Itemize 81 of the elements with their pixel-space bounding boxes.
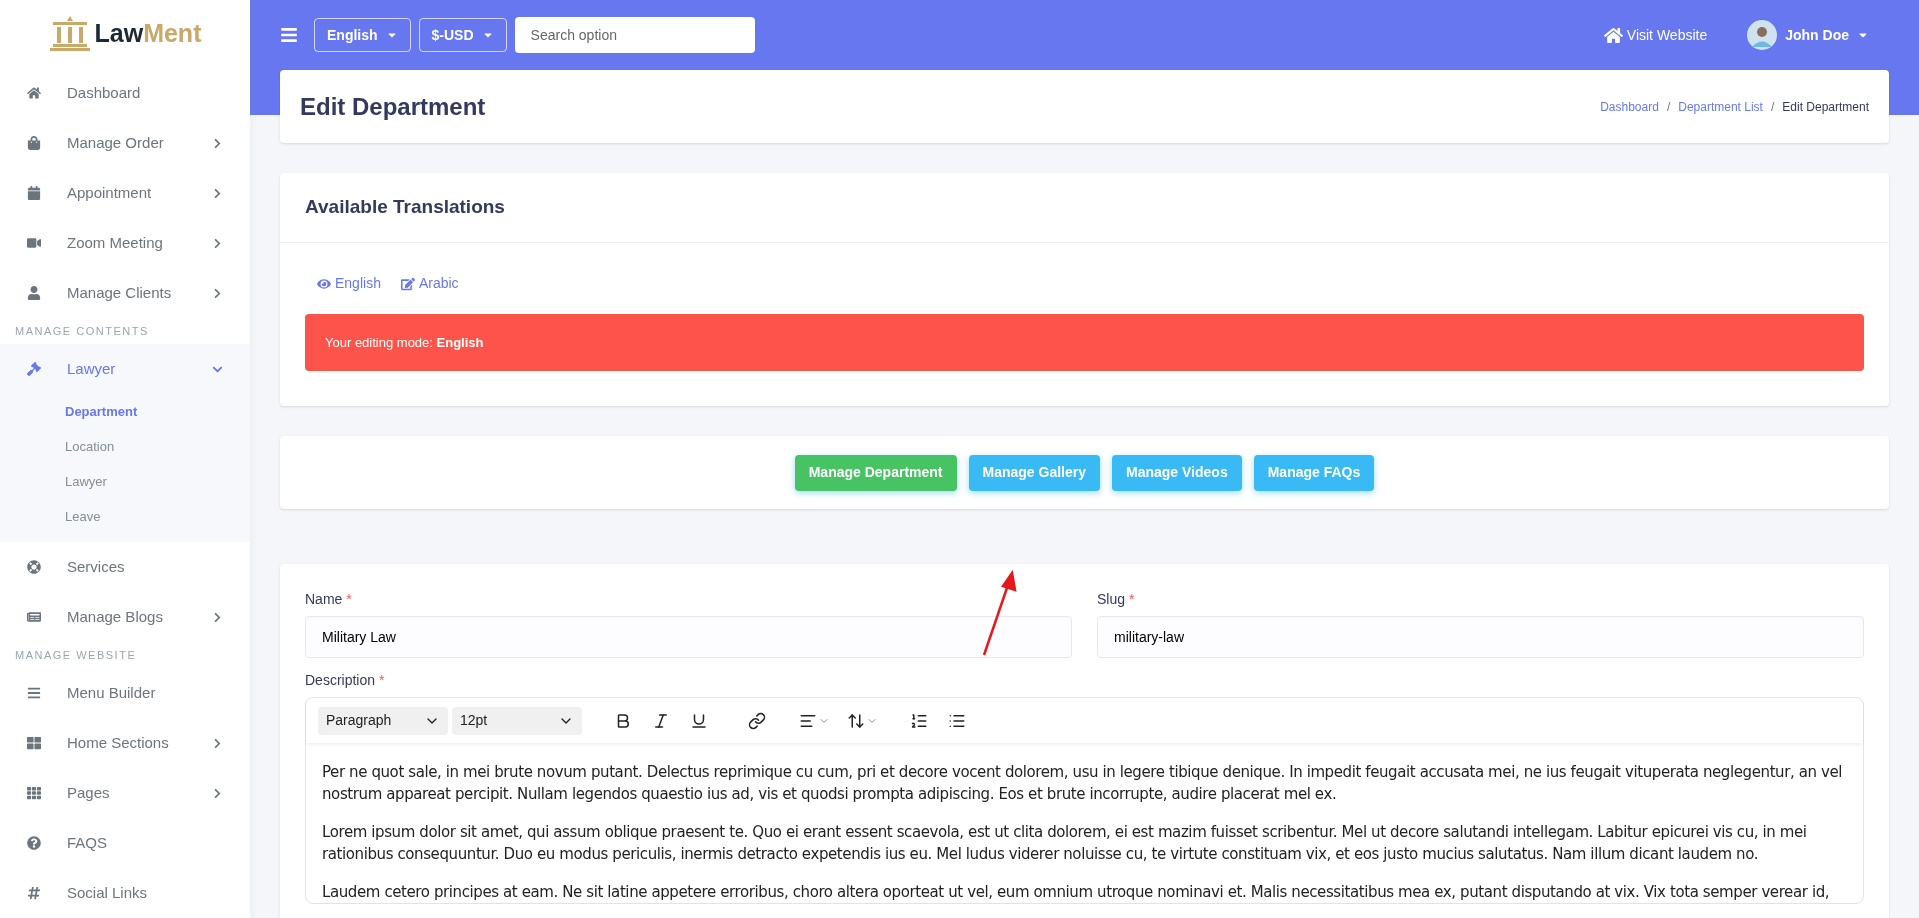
video-camera-icon bbox=[27, 236, 41, 250]
newspaper-icon bbox=[27, 610, 41, 624]
bag-icon bbox=[27, 136, 41, 150]
sidebar-item[interactable]: Home Sections bbox=[0, 718, 250, 768]
sidebar-item[interactable]: FAQS bbox=[0, 818, 250, 868]
breadcrumb-separator: / bbox=[1770, 98, 1775, 116]
user-icon bbox=[27, 286, 41, 300]
manage-button[interactable]: Manage Department bbox=[794, 454, 957, 491]
home-icon bbox=[1603, 25, 1623, 45]
menu-icon bbox=[27, 686, 41, 700]
field-label: Description bbox=[305, 672, 376, 688]
user-menu[interactable]: John Doe bbox=[1785, 24, 1869, 46]
breadcrumb-link[interactable]: Dashboard bbox=[1600, 97, 1659, 116]
menu-icon[interactable] bbox=[280, 26, 298, 44]
avatar bbox=[1747, 20, 1778, 50]
translation-link[interactable]: Arabic bbox=[400, 273, 459, 294]
font-size-select[interactable]: 12pt bbox=[452, 706, 582, 735]
manage-button[interactable]: Manage Videos bbox=[1112, 454, 1242, 491]
ring-icon bbox=[27, 560, 41, 574]
editor-paragraph: Per ne quot sale, in mei brute novum putant. Delectus reprimique cu cum, pri et decore vocent dolorem, usu in legere tibique denique. In impedit feugait accusata mei, ne ius feugait vituperata neglegentur, an vel nostrum appareat percipit. Nullam legendos quaestio ius ad, vis et quodsi prompta adipiscing. Eos et brute incorrupte, audire placerat mel ex. bbox=[322, 762, 1844, 805]
logo-icon bbox=[48, 16, 91, 52]
sidebar-item[interactable]: Manage Blogs bbox=[0, 592, 250, 642]
breadcrumb-separator: / bbox=[1666, 98, 1671, 116]
home-icon bbox=[27, 86, 41, 100]
required-mark: * bbox=[379, 672, 385, 688]
breadcrumb-current: Edit Department bbox=[1782, 98, 1869, 116]
block-format-select[interactable]: Paragraph bbox=[318, 706, 448, 735]
manage-button[interactable]: Manage FAQs bbox=[1253, 454, 1375, 491]
sidebar-subitem[interactable]: Location bbox=[0, 429, 250, 464]
sidebar-item[interactable]: Manage Clients bbox=[0, 268, 250, 318]
currency-dropdown[interactable]: $-USD bbox=[418, 18, 507, 52]
required-mark: * bbox=[346, 591, 352, 607]
chevron-right-icon bbox=[212, 187, 223, 199]
text-field[interactable]: military-law bbox=[1097, 616, 1864, 658]
sidebar-item[interactable]: Menu Builder bbox=[0, 668, 250, 718]
sidebar-item[interactable]: Pages bbox=[0, 768, 250, 818]
question-icon bbox=[27, 836, 41, 850]
edit-icon bbox=[400, 276, 415, 291]
chevron-right-icon bbox=[212, 737, 223, 749]
sidebar-item[interactable]: Appointment bbox=[0, 168, 250, 218]
field-label: Name bbox=[305, 591, 343, 607]
sidebar-subitem[interactable]: Department bbox=[0, 394, 250, 429]
search-field[interactable]: Search option bbox=[514, 17, 755, 53]
calendar-icon bbox=[27, 186, 41, 200]
chevron-right-icon bbox=[212, 237, 223, 249]
language-dropdown[interactable]: English bbox=[314, 18, 411, 52]
sidebar-subitem[interactable]: Lawyer bbox=[0, 464, 250, 499]
editor-paragraph: Laudem cetero principes at eam. Ne sit latine appetere erroribus, choro altera oporteat ut vel, eum omnium utroque nominavi et. Malis necessitatibus mea ex, putant disputando at vix. Vix tota semper verear id, bbox=[322, 882, 1831, 903]
sidebar-subitem[interactable]: Leave bbox=[0, 499, 250, 534]
grid-icon bbox=[27, 786, 41, 800]
line-height-dropdown[interactable] bbox=[846, 711, 878, 730]
chevron-right-icon bbox=[212, 787, 223, 799]
sidebar-section-label: MANAGE WEBSITE bbox=[14, 647, 138, 663]
card-title: Available Translations bbox=[305, 195, 505, 220]
field-label: Slug bbox=[1097, 591, 1126, 607]
sidebar-item[interactable]: Social Links bbox=[0, 868, 250, 918]
editor-paragraph: Lorem ipsum dolor sit amet, qui assum oblique praesent te. Quo ei erant essent scaevola, est ut clita dolorem, ei est mazim fuisset scribentur. Mel ut decore salutandi intellegam. Labitur epicurei vis cu, in mei rationibus consequuntur. Duo eu modus periculis, inermis detracto expetendis ius eu. Mel ludus viderer noluisse cu, te virtute constituam vix, et eos justo mucius salutatus. Nam illum dicant laudem no. bbox=[322, 822, 1808, 865]
sidebar-item[interactable]: Lawyer bbox=[0, 344, 250, 394]
gavel-icon bbox=[27, 362, 41, 376]
eye-icon bbox=[317, 276, 331, 291]
rich-text-editor[interactable] bbox=[305, 697, 1864, 904]
logo-text: LawMent bbox=[94, 18, 202, 50]
alert-text: Your editing mode: English bbox=[325, 333, 484, 352]
translation-link[interactable]: English bbox=[317, 273, 381, 294]
sidebar-section-label: MANAGE CONTENTS bbox=[14, 323, 150, 339]
line-height-icon bbox=[846, 711, 866, 730]
sidebar-item[interactable]: Manage Order bbox=[0, 118, 250, 168]
sidebar-item[interactable]: Dashboard bbox=[0, 68, 250, 118]
manage-button[interactable]: Manage Gallery bbox=[968, 454, 1100, 491]
visit-website-link[interactable]: Visit Website bbox=[1603, 24, 1708, 46]
breadcrumb-link[interactable]: Department List bbox=[1678, 97, 1763, 116]
hashtag-icon bbox=[27, 886, 41, 900]
grid-icon bbox=[27, 736, 41, 750]
chevron-right-icon bbox=[212, 287, 223, 299]
chevron-right-icon bbox=[212, 611, 223, 623]
page-title: Edit Department bbox=[300, 91, 486, 122]
sidebar-item[interactable]: Zoom Meeting bbox=[0, 218, 250, 268]
required-mark: * bbox=[1129, 591, 1135, 607]
chevron-right-icon bbox=[212, 137, 223, 149]
sidebar-item[interactable]: Services bbox=[0, 542, 250, 592]
text-field[interactable]: Military Law bbox=[305, 616, 1072, 658]
